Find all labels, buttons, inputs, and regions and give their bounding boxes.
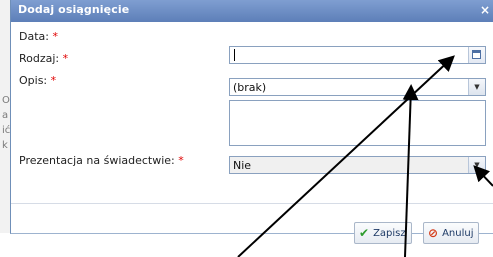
- calendar-icon: [472, 50, 481, 59]
- close-icon[interactable]: ×: [478, 3, 492, 18]
- cancel-button-label: Anuluj: [442, 227, 474, 239]
- required-mark: *: [178, 154, 184, 167]
- dialog-titlebar[interactable]: Dodaj osiągnięcie ×: [11, 0, 493, 22]
- cancel-button[interactable]: ⊘ Anuluj: [423, 222, 480, 244]
- chevron-down-icon[interactable]: ▼: [468, 79, 485, 95]
- date-label-text: Data:: [19, 30, 49, 43]
- check-icon: ✔: [359, 226, 370, 240]
- screen: O a ić k Dodaj osiągnięcie × Data: * Rod…: [0, 0, 493, 257]
- text-cursor: [234, 49, 235, 61]
- no-entry-icon: ⊘: [428, 226, 439, 240]
- presentation-label: Prezentacja na świadectwie: *: [19, 154, 184, 167]
- calendar-button[interactable]: [468, 47, 485, 63]
- type-select[interactable]: (brak) ▼: [229, 78, 486, 96]
- required-mark: *: [52, 30, 58, 43]
- background-text: a: [2, 110, 9, 121]
- description-label-text: Opis:: [19, 74, 48, 87]
- date-field[interactable]: [229, 46, 486, 64]
- footer-divider: [11, 203, 493, 204]
- required-mark: *: [62, 52, 69, 65]
- dialog-title: Dodaj osiągnięcie: [18, 3, 130, 16]
- background-bottom: [0, 233, 493, 257]
- description-label: Opis: *: [19, 74, 56, 87]
- required-mark: *: [50, 74, 57, 87]
- presentation-selected-value: Nie: [233, 159, 252, 172]
- chevron-down-icon[interactable]: ▼: [468, 157, 485, 173]
- add-achievement-dialog: Dodaj osiągnięcie × Data: * Rodzaj: * (b…: [10, 0, 493, 244]
- presentation-select[interactable]: Nie ▼: [229, 156, 486, 174]
- description-textarea[interactable]: [229, 100, 486, 146]
- background-text: O: [2, 95, 10, 106]
- save-button[interactable]: ✔ Zapisz: [354, 222, 412, 244]
- type-label: Rodzaj: *: [19, 52, 68, 65]
- type-label-text: Rodzaj:: [19, 52, 60, 65]
- type-selected-value: (brak): [233, 81, 267, 94]
- save-button-label: Zapisz: [373, 227, 406, 239]
- date-label: Data: *: [19, 30, 58, 43]
- background-text: k: [2, 140, 8, 151]
- presentation-label-text: Prezentacja na świadectwie:: [19, 154, 175, 167]
